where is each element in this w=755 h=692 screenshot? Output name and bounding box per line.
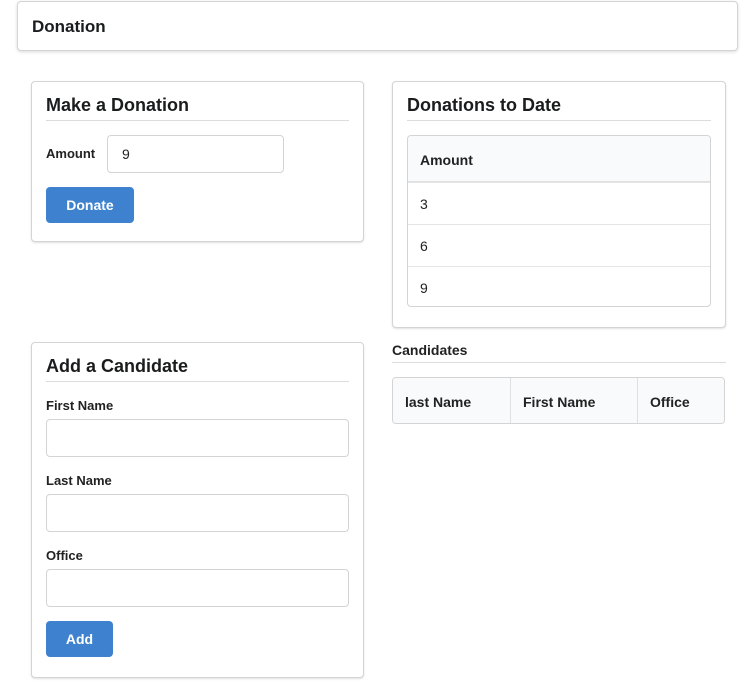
divider	[392, 362, 726, 363]
amount-input[interactable]	[107, 135, 284, 173]
column-header-last-name: last Name	[393, 378, 511, 423]
table-row: 9	[408, 266, 710, 306]
donations-table: Amount 3 6 9	[407, 135, 711, 307]
first-name-input[interactable]	[46, 419, 349, 457]
last-name-label: Last Name	[46, 473, 112, 488]
donate-button[interactable]: Donate	[46, 187, 134, 223]
make-donation-title: Make a Donation	[46, 95, 190, 115]
column-header-amount: Amount	[420, 152, 473, 168]
make-donation-card: Make a Donation Amount Donate	[31, 81, 364, 242]
office-label: Office	[46, 548, 83, 563]
divider	[407, 120, 711, 121]
add-candidate-card: Add a Candidate First Name Last Name Off…	[31, 342, 364, 678]
table-row: 3	[408, 182, 710, 224]
page-title: Donation	[32, 17, 106, 36]
donations-to-date-title: Donations to Date	[407, 95, 562, 115]
amount-label: Amount	[46, 146, 96, 161]
first-name-label: First Name	[46, 398, 114, 413]
table-header: Amount	[408, 136, 710, 182]
table-row: 6	[408, 224, 710, 266]
add-candidate-button[interactable]: Add	[46, 621, 113, 657]
divider	[46, 120, 349, 121]
donation-amount-cell: 3	[420, 196, 428, 212]
divider	[46, 381, 349, 382]
table-header: last Name First Name Office	[393, 378, 724, 423]
column-label: First Name	[523, 394, 596, 410]
add-candidate-title: Add a Candidate	[46, 356, 189, 376]
donation-amount-cell: 6	[420, 238, 428, 254]
candidates-title: Candidates	[392, 342, 468, 358]
column-label: last Name	[405, 394, 472, 410]
donations-to-date-card: Donations to Date Amount 3 6 9	[392, 81, 726, 328]
column-header-first-name: First Name	[511, 378, 638, 423]
column-label: Office	[650, 394, 690, 410]
candidates-table: last Name First Name Office	[392, 377, 725, 424]
last-name-input[interactable]	[46, 494, 349, 532]
donation-amount-cell: 9	[420, 280, 428, 296]
column-header-office: Office	[638, 378, 724, 423]
office-input[interactable]	[46, 569, 349, 607]
page-header: Donation	[17, 1, 738, 51]
